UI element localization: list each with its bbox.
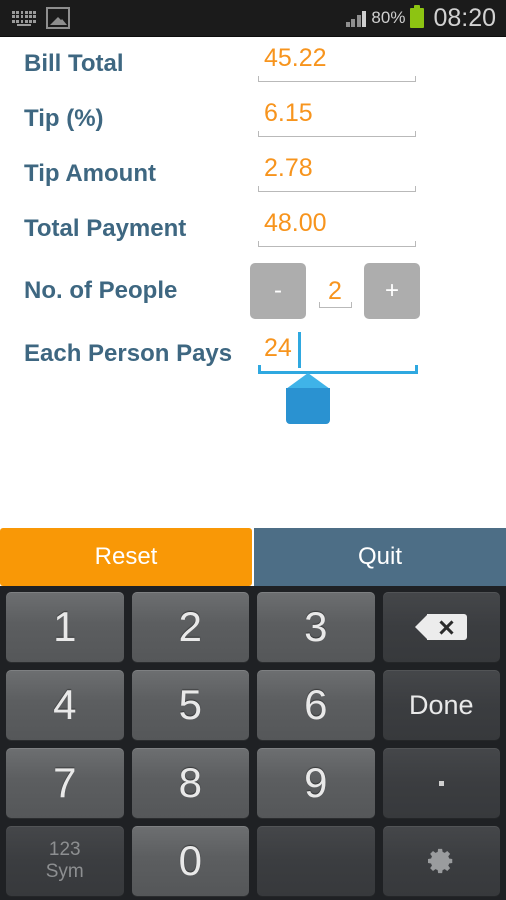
row-tip-percent: Tip (%) 6.15 [0,91,506,146]
value-each-person-pays: 24 [264,334,292,362]
keyboard-row: 1 2 3 [6,592,500,662]
reset-button[interactable]: Reset [0,528,252,586]
field-tip-percent[interactable]: 6.15 [258,91,418,146]
increment-people-button[interactable]: + [364,263,420,319]
backspace-icon [415,614,468,640]
clock-label: 08:20 [433,3,496,32]
field-tip-amount[interactable]: 2.78 [258,146,418,201]
field-bill-total[interactable]: 45.22 [258,36,418,91]
keyboard-icon [12,10,36,26]
period-icon [438,780,444,786]
status-bar-left [12,0,70,36]
key-period[interactable] [382,748,500,818]
key-2[interactable]: 2 [131,592,249,662]
action-bar: Reset Quit [0,528,506,586]
row-tip-amount: Tip Amount 2.78 [0,146,506,201]
key-8[interactable]: 8 [131,748,249,818]
underline-bill-total [258,76,416,82]
field-total-payment[interactable]: 48.00 [258,201,418,256]
tip-calculator-form: Bill Total 45.22 Tip (%) 6.15 Tip Amount… [0,36,506,424]
picture-icon [46,7,70,29]
value-tip-amount: 2.78 [264,153,313,182]
text-caret [298,332,301,368]
label-total-payment: Total Payment [24,214,187,242]
field-each-person-pays[interactable]: 24 [258,326,420,424]
row-bill-total: Bill Total 45.22 [0,36,506,91]
key-4[interactable]: 4 [6,670,124,740]
key-6[interactable]: 6 [257,670,375,740]
key-done[interactable]: Done [382,670,500,740]
decrement-people-button[interactable]: - [250,263,306,319]
numeric-keyboard: 1 2 3 4 5 6 Done 7 8 9 123 Sym 0 [0,586,506,900]
label-number-of-people: No. of People [24,277,178,304]
status-bar: 80% 08:20 [0,0,506,37]
value-tip-percent: 6.15 [264,98,313,127]
cursor-drag-handle[interactable] [286,373,330,425]
keyboard-row: 4 5 6 Done [6,670,500,740]
battery-icon [410,5,425,28]
label-each-person-pays: Each Person Pays [24,339,233,367]
row-each-person-pays: Each Person Pays 24 [0,326,506,424]
key-9[interactable]: 9 [257,748,375,818]
row-number-of-people: No. of People - 2 + [0,256,506,326]
key-symbols-label-bottom: Sym [45,861,84,882]
underline-tip-amount [258,186,416,192]
row-total-payment: Total Payment 48.00 [0,201,506,256]
label-tip-amount: Tip Amount [24,159,156,187]
keyboard-row: 123 Sym 0 [6,826,500,896]
underline-tip-percent [258,131,416,137]
battery-percent-label: 80% [371,8,406,27]
key-symbols-label-top: 123 [48,839,81,860]
value-number-of-people: 2 [328,276,342,305]
label-bill-total: Bill Total [24,49,124,77]
quit-button[interactable]: Quit [254,528,506,586]
label-tip-percent: Tip (%) [24,104,104,132]
app-screen: 80% 08:20 Bill Total 45.22 Tip (%) 6.15 … [0,0,506,900]
key-blank[interactable] [257,826,375,896]
key-0[interactable]: 0 [131,826,249,896]
key-1[interactable]: 1 [6,592,124,662]
key-symbols[interactable]: 123 Sym [6,826,124,896]
underline-each-person-pays [258,365,418,374]
status-bar-right: 80% 08:20 [345,0,496,36]
gear-icon [428,848,453,874]
key-backspace[interactable] [382,592,500,662]
key-5[interactable]: 5 [131,670,249,740]
key-settings[interactable] [382,826,500,896]
signal-bars-icon [345,10,367,27]
underline-number-of-people [319,302,352,308]
underline-total-payment [258,241,416,247]
keyboard-row: 7 8 9 [6,748,500,818]
key-3[interactable]: 3 [257,592,375,662]
value-bill-total: 45.22 [264,43,327,72]
value-total-payment: 48.00 [264,208,327,237]
key-7[interactable]: 7 [6,748,124,818]
people-stepper: - 2 + [250,263,420,321]
